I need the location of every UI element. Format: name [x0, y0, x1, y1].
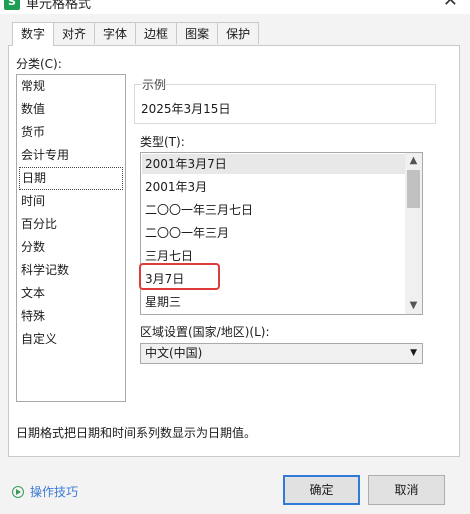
title-bar: S 单元格格式 ✕ — [0, 0, 470, 14]
category-item[interactable]: 文本 — [17, 282, 125, 305]
category-item[interactable]: 常规 — [17, 75, 125, 98]
category-item[interactable]: 货币 — [17, 121, 125, 144]
locale-select[interactable]: 中文(中国) ▼ — [140, 343, 423, 364]
format-description: 日期格式把日期和时间系列数显示为日期值。 — [16, 426, 257, 440]
type-item[interactable]: 星期三 — [145, 292, 181, 312]
tab-bar: 数字 对齐 字体 边框 图案 保护 — [12, 22, 260, 46]
type-item-selected[interactable]: 2001年3月7日 — [142, 154, 407, 174]
ok-button[interactable]: 确定 — [283, 475, 360, 505]
close-icon[interactable]: ✕ — [443, 0, 458, 11]
scroll-down-icon[interactable]: ▼ — [405, 298, 422, 314]
help-link-label: 操作技巧 — [30, 485, 79, 499]
locale-label: 区域设置(国家/地区)(L): — [140, 325, 270, 339]
tab-pattern[interactable]: 图案 — [176, 22, 219, 44]
tab-protection[interactable]: 保护 — [217, 22, 260, 44]
category-item-selected[interactable]: 日期 — [19, 167, 123, 190]
help-link[interactable]: 操作技巧 — [12, 483, 78, 500]
category-list[interactable]: 常规 数值 货币 会计专用 日期 时间 百分比 分数 科学记数 文本 特殊 自定… — [16, 74, 126, 402]
type-list[interactable]: 2001年3月7日 2001年3月 二〇〇一年三月七日 二〇〇一年三月 三月七日… — [140, 152, 423, 315]
type-label: 类型(T): — [140, 135, 185, 149]
category-item[interactable]: 分数 — [17, 236, 125, 259]
tab-border[interactable]: 边框 — [135, 22, 178, 44]
sample-value: 2025年3月15日 — [141, 102, 231, 116]
category-item[interactable]: 时间 — [17, 190, 125, 213]
tab-alignment[interactable]: 对齐 — [53, 22, 96, 44]
category-item[interactable]: 自定义 — [17, 328, 125, 351]
category-item[interactable]: 科学记数 — [17, 259, 125, 282]
type-list-scrollbar[interactable]: ▲ ▼ — [405, 153, 422, 314]
scroll-thumb[interactable] — [407, 170, 420, 208]
category-item[interactable]: 特殊 — [17, 305, 125, 328]
category-item[interactable]: 会计专用 — [17, 144, 125, 167]
tab-number[interactable]: 数字 — [12, 22, 55, 46]
scroll-up-icon[interactable]: ▲ — [405, 153, 422, 169]
locale-value: 中文(中国) — [145, 346, 203, 360]
category-label: 分类(C): — [16, 57, 62, 71]
cancel-button[interactable]: 取消 — [368, 475, 445, 505]
sample-label: 示例 — [142, 76, 167, 93]
tab-font[interactable]: 字体 — [94, 22, 137, 44]
type-item[interactable]: 二〇〇一年三月七日 — [145, 200, 253, 220]
type-item[interactable]: 3月7日 — [145, 269, 184, 289]
type-item[interactable]: 二〇〇一年三月 — [145, 223, 229, 243]
window-title: 单元格格式 — [26, 0, 92, 12]
category-item[interactable]: 数值 — [17, 98, 125, 121]
category-item[interactable]: 百分比 — [17, 213, 125, 236]
type-item[interactable]: 三月七日 — [145, 246, 193, 266]
app-logo-icon: S — [4, 0, 20, 10]
type-item[interactable]: 2001年3月 — [145, 177, 207, 197]
chevron-down-icon: ▼ — [410, 348, 417, 358]
play-circle-icon — [12, 485, 24, 498]
